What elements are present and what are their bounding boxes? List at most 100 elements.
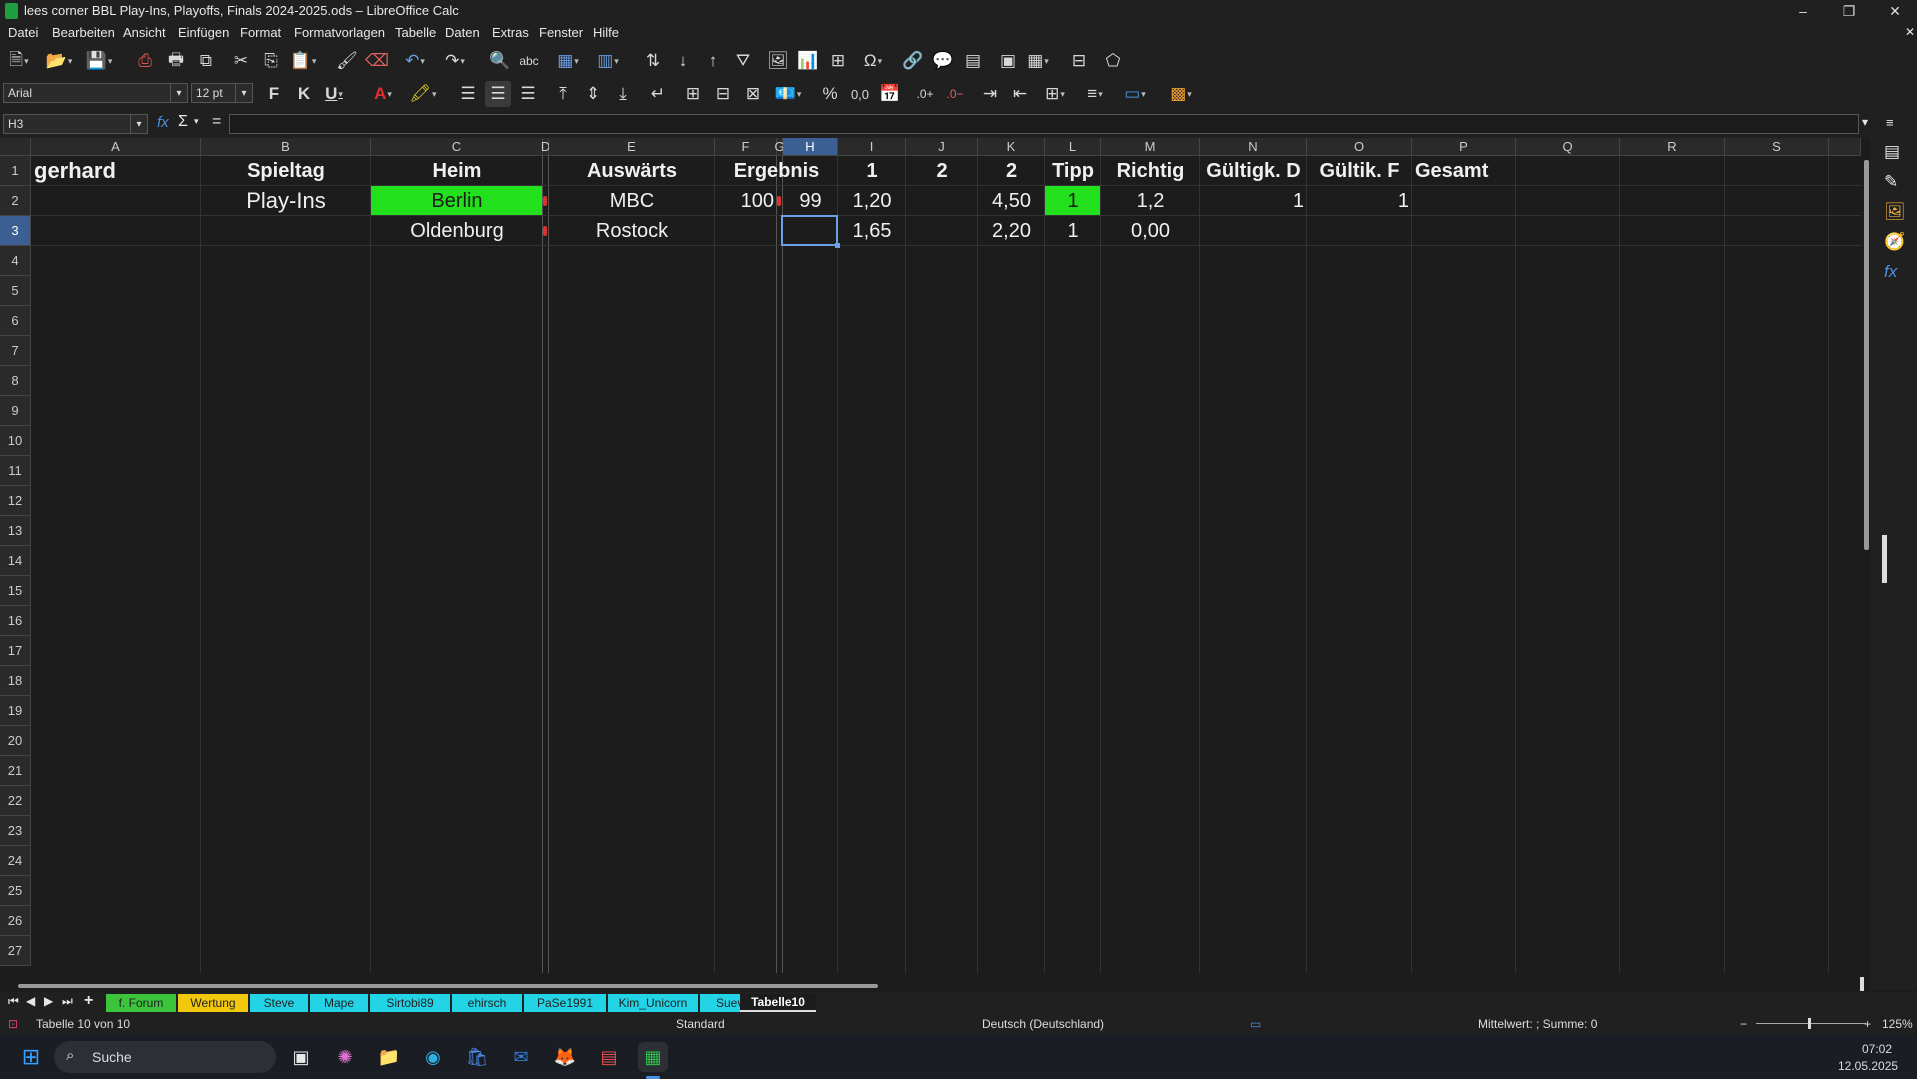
cell-f2[interactable]: 100: [715, 186, 777, 216]
row-header[interactable]: 25: [0, 876, 31, 906]
cell-c3[interactable]: Oldenburg: [371, 216, 543, 246]
expand-formula-icon[interactable]: ▾: [1862, 115, 1868, 129]
row-header[interactable]: 20: [0, 726, 31, 756]
column-header[interactable]: M: [1101, 138, 1200, 156]
insert-chart-icon[interactable]: 📊: [795, 48, 821, 74]
cell-i1[interactable]: 1: [838, 156, 906, 186]
menu-daten[interactable]: Daten: [445, 25, 480, 40]
cell-k2[interactable]: 4,50: [978, 186, 1045, 216]
cell-n1[interactable]: Gültigk. D: [1200, 156, 1307, 186]
cell-e1[interactable]: Auswärts: [549, 156, 715, 186]
column-header[interactable]: R: [1620, 138, 1725, 156]
clock-time[interactable]: 07:02: [1862, 1042, 1892, 1056]
cell-k1[interactable]: 2: [978, 156, 1045, 186]
active-cell-cursor[interactable]: [781, 215, 838, 246]
row-header[interactable]: 2: [0, 186, 31, 216]
row-header[interactable]: 26: [0, 906, 31, 936]
column-header[interactable]: B: [201, 138, 371, 156]
align-middle-icon[interactable]: ⇕: [580, 81, 606, 107]
delete-decimal-icon[interactable]: .0−: [942, 81, 968, 107]
find-replace-icon[interactable]: 🔍: [487, 48, 513, 74]
sheet-tab-wertung[interactable]: Wertung: [178, 994, 248, 1012]
insert-image-icon[interactable]: 🖼: [765, 48, 791, 74]
sidebar-menu-icon[interactable]: ≡: [1886, 115, 1894, 130]
name-box[interactable]: H3 ▾: [3, 114, 148, 134]
row-header[interactable]: 4: [0, 246, 31, 276]
align-bottom-icon[interactable]: ⤓: [610, 81, 636, 107]
merge-center-icon[interactable]: ⊞: [680, 81, 706, 107]
functions-icon[interactable]: fx: [1884, 262, 1897, 282]
decrease-indent-icon[interactable]: ⇤: [1007, 81, 1033, 107]
libreoffice-icon[interactable]: ▤: [594, 1042, 624, 1072]
cell-l1[interactable]: Tipp: [1045, 156, 1101, 186]
edge-browser-icon[interactable]: ◉: [418, 1042, 448, 1072]
cell-h2[interactable]: 99: [783, 186, 838, 216]
column-header[interactable]: O: [1307, 138, 1412, 156]
zoom-slider-thumb[interactable]: [1808, 1018, 1811, 1029]
cell-m3[interactable]: 0,00: [1101, 216, 1200, 246]
column-header[interactable]: F: [715, 138, 777, 156]
spreadsheet-grid[interactable]: A B C D E F G H I J K L M N O P Q R S 1 …: [0, 138, 1870, 973]
function-wizard-icon[interactable]: fx: [157, 114, 169, 131]
row-header[interactable]: 16: [0, 606, 31, 636]
borders-icon[interactable]: ⊞: [1042, 81, 1068, 107]
row-header[interactable]: 8: [0, 366, 31, 396]
insert-row-icon[interactable]: ▦: [555, 48, 581, 74]
cell-e2[interactable]: MBC: [549, 186, 715, 216]
gallery-icon[interactable]: 🖼: [1884, 202, 1906, 222]
chevron-down-icon[interactable]: ▾: [235, 84, 252, 102]
select-all-corner[interactable]: [0, 138, 31, 156]
cell-c1[interactable]: Heim: [371, 156, 543, 186]
column-header[interactable]: S: [1725, 138, 1829, 156]
row-header-selected[interactable]: 3: [0, 216, 31, 246]
percent-format-button[interactable]: %: [817, 81, 843, 107]
cell-l3[interactable]: 1: [1045, 216, 1101, 246]
hyperlink-icon[interactable]: 🔗: [900, 48, 926, 74]
menu-formatvorlagen[interactable]: Formatvorlagen: [294, 25, 385, 40]
column-header[interactable]: K: [978, 138, 1045, 156]
column-header[interactable]: L: [1045, 138, 1101, 156]
spellcheck-icon[interactable]: abc: [516, 48, 542, 74]
insert-column-icon[interactable]: ▥: [595, 48, 621, 74]
row-header[interactable]: 21: [0, 756, 31, 786]
cell-n2[interactable]: 1: [1200, 186, 1307, 216]
row-header[interactable]: 15: [0, 576, 31, 606]
windows-start-icon[interactable]: ⊞: [16, 1042, 46, 1072]
sheet-tab-tabelle10[interactable]: Tabelle10: [740, 994, 816, 1012]
sheet-tab-mape[interactable]: Mape: [310, 994, 368, 1012]
menu-hilfe[interactable]: Hilfe: [593, 25, 619, 40]
align-center-icon[interactable]: ☰: [485, 81, 511, 107]
chevron-down-icon[interactable]: ▾: [170, 84, 187, 102]
selection-summary[interactable]: Mittelwert: ; Summe: 0: [1478, 1017, 1597, 1031]
show-draw-functions-icon[interactable]: ⬠: [1100, 48, 1126, 74]
maximize-button[interactable]: ❐: [1826, 0, 1872, 22]
outlook-icon[interactable]: ✉: [506, 1042, 536, 1072]
wrap-text-icon[interactable]: ↵: [645, 81, 671, 107]
formula-equals-icon[interactable]: =: [212, 113, 221, 131]
print-preview-icon[interactable]: ⧉: [193, 48, 219, 74]
row-header[interactable]: 27: [0, 936, 31, 966]
undo-icon[interactable]: ↶: [402, 48, 428, 74]
increase-indent-icon[interactable]: ⇥: [977, 81, 1003, 107]
styles-icon[interactable]: ✎: [1884, 172, 1898, 192]
cut-icon[interactable]: ✂: [228, 48, 254, 74]
zoom-slider[interactable]: [1756, 1023, 1866, 1024]
menu-extras[interactable]: Extras: [492, 25, 529, 40]
sheet-tab-pase1991[interactable]: PaSe1991: [524, 994, 606, 1012]
menu-bearbeiten[interactable]: Bearbeiten: [52, 25, 115, 40]
align-right-icon[interactable]: ☰: [515, 81, 541, 107]
file-explorer-icon[interactable]: 📁: [374, 1042, 404, 1072]
sort-icon[interactable]: ⇅: [640, 48, 666, 74]
sort-descending-icon[interactable]: ↑: [700, 48, 726, 74]
close-document-icon[interactable]: ✕: [1905, 25, 1915, 39]
page-style[interactable]: Standard: [676, 1017, 725, 1031]
chevron-down-icon[interactable]: ▾: [130, 115, 147, 133]
row-header[interactable]: 24: [0, 846, 31, 876]
calc-taskbar-icon[interactable]: ▦: [638, 1042, 668, 1072]
cell-e3[interactable]: Rostock: [549, 216, 715, 246]
next-sheet-icon[interactable]: ▶: [44, 994, 53, 1008]
column-header[interactable]: Q: [1516, 138, 1620, 156]
font-name-box[interactable]: Arial ▾: [3, 83, 188, 103]
cell-l2[interactable]: 1: [1045, 186, 1101, 216]
cell-o1[interactable]: Gültik. F: [1307, 156, 1412, 186]
